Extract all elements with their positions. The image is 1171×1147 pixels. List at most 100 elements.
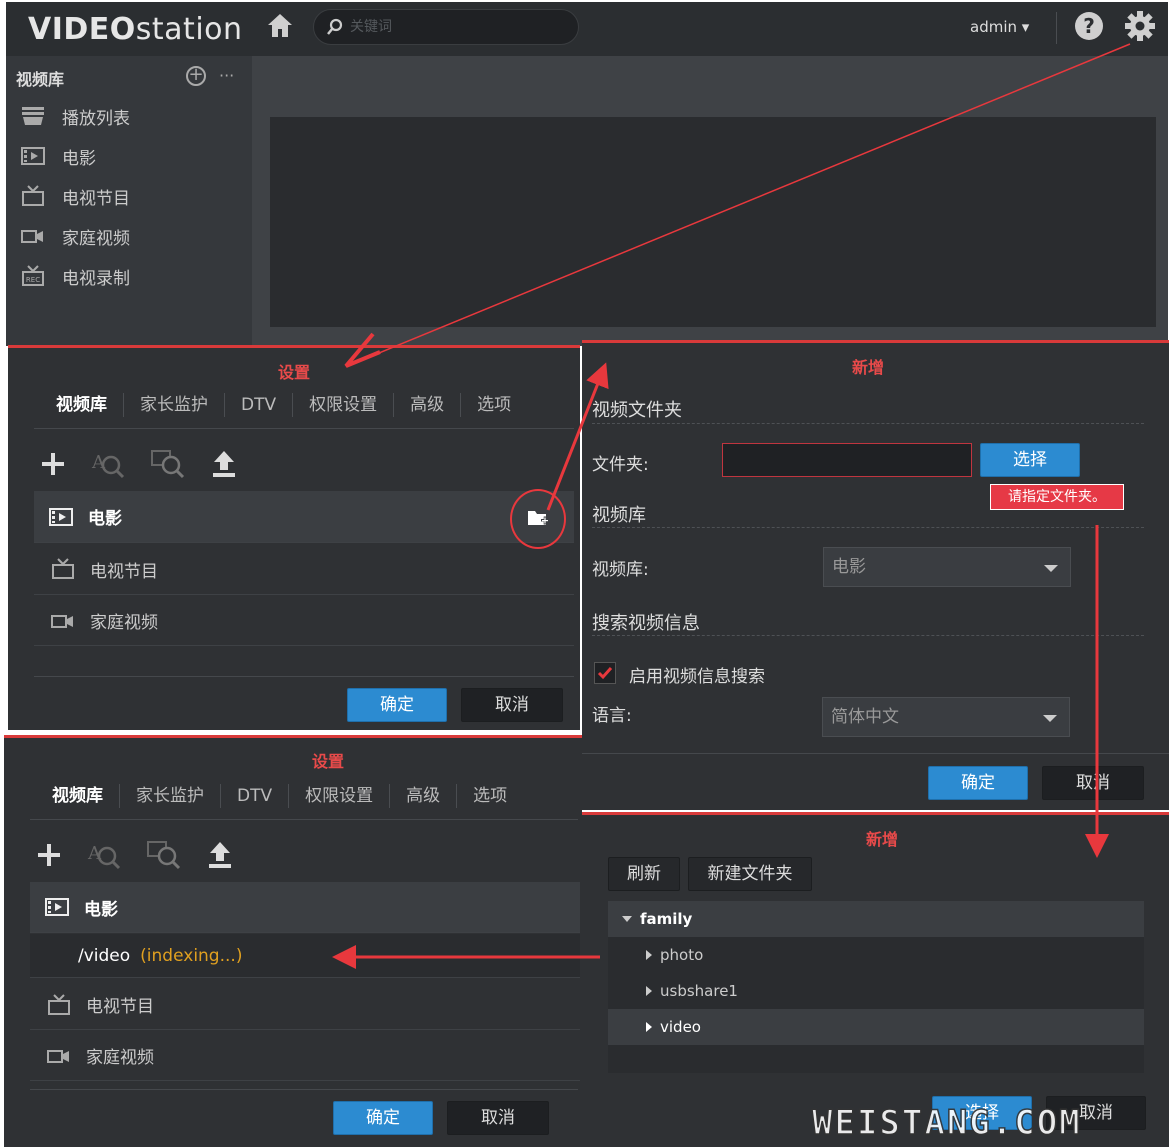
gear-icon[interactable]	[1124, 10, 1156, 42]
divider	[30, 1089, 578, 1090]
user-menu[interactable]: admin ▾	[970, 18, 1029, 36]
library-row-home-video[interactable]: 家庭视频	[30, 1031, 580, 1081]
tree-node-photo[interactable]: photo	[608, 937, 1144, 973]
enable-search-label: 启用视频信息搜索	[629, 667, 765, 687]
tree-node-video[interactable]: video	[608, 1009, 1144, 1045]
library-label: 电视节目	[86, 997, 154, 1017]
library-row-home-video[interactable]: 家庭视频	[34, 596, 574, 646]
upload-icon[interactable]	[210, 448, 238, 480]
tree-node-usbshare1[interactable]: usbshare1	[608, 973, 1144, 1009]
tab-permission[interactable]: 权限设置	[293, 393, 395, 417]
add-icon[interactable]	[40, 451, 66, 477]
rescan-icon[interactable]: A	[86, 839, 122, 871]
highlight-circle	[510, 489, 566, 549]
film-icon	[45, 898, 69, 916]
tab-options[interactable]: 选项	[457, 784, 523, 808]
refresh-button[interactable]: 刷新	[608, 857, 680, 891]
library-row-movie[interactable]: 电影	[30, 882, 580, 933]
sidebar-item-movie[interactable]: 电影	[20, 141, 96, 171]
tv-icon	[52, 558, 74, 579]
tab-library[interactable]: 视频库	[40, 393, 124, 417]
tree-node-family[interactable]: family	[608, 901, 1144, 937]
library-toolbar: A	[36, 839, 234, 871]
tab-dtv[interactable]: DTV	[225, 393, 294, 417]
caret-right-icon	[646, 1022, 652, 1032]
chevron-down-icon	[1044, 565, 1058, 572]
divider	[30, 819, 578, 820]
watermark: WEISTANG.COM	[811, 1102, 1082, 1144]
library-row-movie[interactable]: 电影	[34, 491, 574, 543]
chevron-down-icon	[1043, 715, 1057, 722]
help-icon[interactable]: ?	[1075, 12, 1103, 40]
divider	[1056, 12, 1057, 44]
tab-library[interactable]: 视频库	[36, 784, 120, 808]
search-input[interactable]	[350, 17, 570, 37]
language-select[interactable]: 简体中文	[822, 697, 1070, 737]
folder-row[interactable]: /video (indexing...)	[30, 934, 580, 978]
sidebar-item-label: 电视录制	[62, 268, 130, 289]
ok-button[interactable]: 确定	[333, 1101, 433, 1135]
folder-label: 文件夹:	[592, 455, 649, 475]
choose-button[interactable]: 选择	[980, 443, 1080, 477]
sidebar-item-label: 播放列表	[62, 108, 130, 129]
search-info-icon[interactable]	[146, 839, 182, 871]
tree-node-label: photo	[660, 946, 704, 964]
checkmark-icon	[597, 667, 613, 680]
add-dialog-title: 新增	[851, 358, 884, 377]
divider	[592, 527, 1144, 528]
sidebar-item-home-video[interactable]: 家庭视频	[20, 221, 130, 251]
cancel-button[interactable]: 取消	[447, 1101, 549, 1135]
settings-title: 设置	[311, 752, 344, 771]
sidebar-item-tv[interactable]: 电视节目	[20, 181, 130, 211]
search-box[interactable]	[313, 9, 579, 45]
library-label: 家庭视频	[86, 1048, 154, 1068]
tab-options[interactable]: 选项	[461, 393, 527, 417]
add-library-icon[interactable]: +	[186, 66, 206, 86]
sidebar-title: 视频库	[16, 70, 65, 89]
new-folder-button[interactable]: 新建文件夹	[688, 857, 812, 891]
divider	[592, 423, 1144, 424]
tab-advanced[interactable]: 高级	[394, 393, 462, 417]
tab-parental[interactable]: 家长监护	[120, 784, 221, 808]
sidebar-item-label: 电影	[62, 148, 96, 169]
caret-right-icon	[646, 986, 652, 996]
ok-button[interactable]: 确定	[347, 688, 447, 722]
tab-parental[interactable]: 家长监护	[124, 393, 225, 417]
rescan-icon[interactable]: A	[90, 448, 126, 480]
svg-text:REC: REC	[26, 276, 40, 284]
library-row-tv[interactable]: 电视节目	[34, 544, 574, 595]
search-icon	[327, 18, 343, 35]
cancel-button[interactable]: 取消	[1042, 766, 1144, 800]
tab-advanced[interactable]: 高级	[390, 784, 458, 808]
language-label: 语言:	[592, 706, 632, 726]
settings-tabs: 视频库 家长监护 DTV 权限设置 高级 选项	[36, 784, 523, 808]
library-row-tv[interactable]: 电视节目	[30, 980, 580, 1030]
tree-node-label: video	[660, 1018, 701, 1036]
enable-search-checkbox[interactable]	[594, 662, 616, 684]
ok-button[interactable]: 确定	[928, 766, 1028, 800]
home-icon[interactable]	[265, 10, 295, 40]
tab-dtv[interactable]: DTV	[221, 784, 290, 808]
add-icon[interactable]	[36, 842, 62, 868]
more-icon[interactable]: ···	[219, 66, 234, 85]
tab-permission[interactable]: 权限设置	[289, 784, 391, 808]
section-search: 搜索视频信息	[592, 613, 700, 634]
library-select[interactable]: 电影	[823, 547, 1071, 587]
tree-node-label: family	[640, 910, 693, 928]
playlist-icon	[22, 107, 44, 125]
library-label: 家庭视频	[90, 613, 158, 633]
cancel-button[interactable]: 取消	[461, 688, 563, 722]
app-logo: VIDEOstation	[28, 12, 243, 47]
language-select-value: 简体中文	[831, 707, 899, 727]
sidebar-item-playlist[interactable]: 播放列表	[20, 101, 130, 131]
upload-icon[interactable]	[206, 839, 234, 871]
folder-input[interactable]	[722, 443, 972, 477]
tv-record-icon: REC	[22, 265, 44, 286]
sidebar-item-tv-record[interactable]: REC 电视录制	[20, 261, 130, 291]
divider	[582, 753, 1169, 754]
settings-tabs: 视频库 家长监护 DTV 权限设置 高级 选项	[40, 393, 527, 417]
library-select-value: 电影	[832, 557, 866, 577]
tv-icon	[48, 993, 70, 1015]
search-info-icon[interactable]	[150, 448, 186, 480]
section-folder: 视频文件夹	[592, 400, 682, 421]
